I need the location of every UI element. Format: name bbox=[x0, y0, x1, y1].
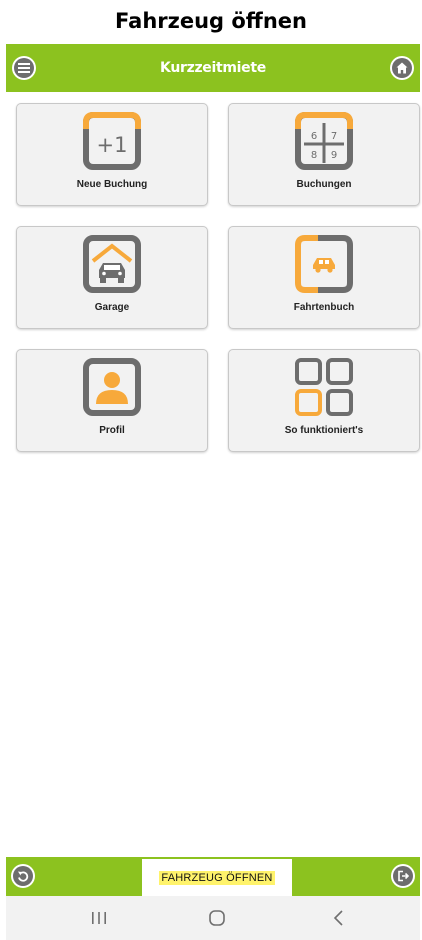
tile-logbook[interactable]: Fahrtenbuch bbox=[228, 226, 420, 329]
tile-how-it-works[interactable]: So funktioniert's bbox=[228, 349, 420, 452]
tile-label: Fahrtenbuch bbox=[293, 302, 355, 313]
back-button[interactable] bbox=[11, 864, 35, 888]
menu-button[interactable] bbox=[12, 56, 36, 80]
menu-icon bbox=[14, 58, 34, 78]
tile-bookings[interactable]: 6 7 8 9 Buchungen bbox=[228, 103, 420, 206]
tile-label: Buchungen bbox=[296, 179, 352, 190]
home-circle-icon[interactable] bbox=[206, 907, 228, 929]
tile-label: Garage bbox=[94, 302, 130, 313]
system-nav-bar bbox=[6, 896, 420, 940]
back-icon bbox=[13, 866, 33, 886]
exit-icon bbox=[393, 866, 413, 886]
tile-label: Profil bbox=[99, 425, 125, 436]
tile-label: Neue Buchung bbox=[76, 179, 148, 190]
open-vehicle-label: FAHRZEUG ÖFFNEN bbox=[159, 870, 275, 885]
tile-garage[interactable]: Garage bbox=[16, 226, 208, 329]
page-caption: Fahrzeug öffnen bbox=[115, 9, 307, 33]
digit-6: 6 bbox=[311, 131, 317, 142]
calendar-grid-icon: 6 7 8 9 bbox=[295, 112, 353, 170]
plus-one-icon: +1 bbox=[83, 112, 141, 170]
home-button[interactable] bbox=[390, 56, 414, 80]
user-icon bbox=[83, 358, 141, 416]
tile-label: So funktioniert's bbox=[284, 425, 364, 436]
digit-7: 7 bbox=[331, 131, 337, 142]
digit-9: 9 bbox=[331, 150, 337, 161]
garage-car-icon bbox=[83, 235, 141, 293]
digit-8: 8 bbox=[311, 150, 317, 161]
footer-bar: FAHRZEUG ÖFFNEN bbox=[6, 857, 420, 896]
plus-one-text: +1 bbox=[97, 133, 128, 157]
home-icon bbox=[392, 58, 412, 78]
car-book-icon bbox=[295, 235, 353, 293]
header-title: Kurzzeitmiete bbox=[160, 60, 266, 76]
four-squares-icon bbox=[295, 358, 353, 416]
app-header: Kurzzeitmiete bbox=[6, 44, 420, 92]
chevron-left-icon[interactable] bbox=[328, 907, 350, 929]
open-vehicle-button[interactable]: FAHRZEUG ÖFFNEN bbox=[142, 859, 292, 896]
tile-new-booking[interactable]: +1 Neue Buchung bbox=[16, 103, 208, 206]
exit-button[interactable] bbox=[391, 864, 415, 888]
recents-icon[interactable] bbox=[88, 907, 110, 929]
tile-profile[interactable]: Profil bbox=[16, 349, 208, 452]
